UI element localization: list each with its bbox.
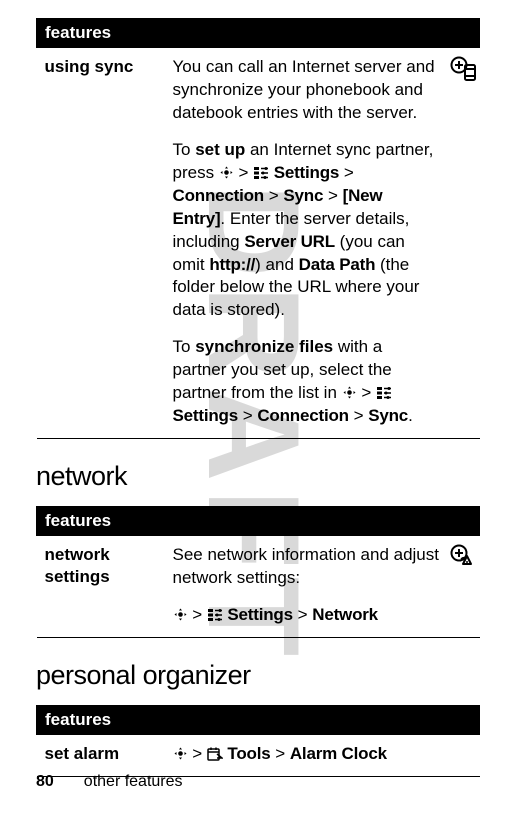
menu-connection: Connection [173, 186, 265, 205]
center-key-icon [173, 604, 188, 627]
network-path: > Settings > Network [173, 604, 440, 627]
text: ) and [255, 255, 298, 274]
separator: > [357, 383, 376, 402]
separator: > [238, 406, 257, 425]
text: To [173, 140, 196, 159]
bold-text: synchronize files [195, 337, 333, 356]
features-table-network: features network settings See network in… [36, 506, 480, 638]
separator: > [270, 744, 289, 763]
separator: > [328, 186, 343, 205]
label-server-url: Server URL [244, 232, 335, 251]
menu-settings: Settings [223, 605, 293, 624]
features-header: features [37, 507, 480, 536]
settings-icon [376, 382, 392, 405]
menu-connection: Connection [257, 406, 349, 425]
features-header: features [37, 19, 480, 48]
separator: > [264, 186, 283, 205]
separator: > [188, 744, 207, 763]
sync-sync-text: To synchronize files with a partner you … [173, 336, 440, 428]
label-data-path: Data Path [299, 255, 376, 274]
menu-network: Network [312, 605, 378, 624]
menu-settings: Settings [269, 163, 339, 182]
sync-intro-text: You can call an Internet server and sync… [173, 56, 440, 125]
settings-icon [207, 604, 223, 627]
center-key-icon [342, 382, 357, 405]
heading-network: network [36, 461, 480, 492]
text: . [408, 406, 413, 425]
separator: > [234, 163, 253, 182]
menu-tools: Tools [223, 744, 271, 763]
menu-sync: Sync [283, 186, 323, 205]
bold-text: set up [195, 140, 245, 159]
settings-icon [253, 162, 269, 185]
tools-icon [207, 743, 223, 766]
features-table-personal: features set alarm > Tools > Alarm Clock [36, 705, 480, 777]
features-header: features [37, 706, 480, 735]
row-using-sync-label: using sync [37, 48, 165, 439]
row-network-settings-label: network settings [37, 536, 165, 638]
separator: > [188, 605, 207, 624]
center-key-icon [173, 743, 188, 766]
menu-settings: Settings [173, 406, 238, 425]
sync-badge-icon [450, 56, 478, 91]
separator: > [339, 163, 354, 182]
menu-alarm-clock: Alarm Clock [290, 744, 387, 763]
network-desc: See network information and adjust netwo… [173, 544, 440, 590]
heading-personal-organizer: personal organizer [36, 660, 480, 691]
row-set-alarm-label: set alarm [37, 735, 165, 777]
row-network-settings-content: See network information and adjust netwo… [165, 536, 480, 638]
menu-sync: Sync [368, 406, 408, 425]
separator: > [349, 406, 368, 425]
text: To [173, 337, 196, 356]
network-badge-icon [450, 544, 478, 579]
separator: > [293, 605, 312, 624]
row-set-alarm-content: > Tools > Alarm Clock [165, 735, 480, 777]
features-table-sync: features using sync You can call an Inte… [36, 18, 480, 439]
label-http: http:// [209, 255, 255, 274]
sync-setup-text: To set up an Internet sync partner, pres… [173, 139, 440, 323]
center-key-icon [219, 162, 234, 185]
row-using-sync-content: You can call an Internet server and sync… [165, 48, 480, 439]
